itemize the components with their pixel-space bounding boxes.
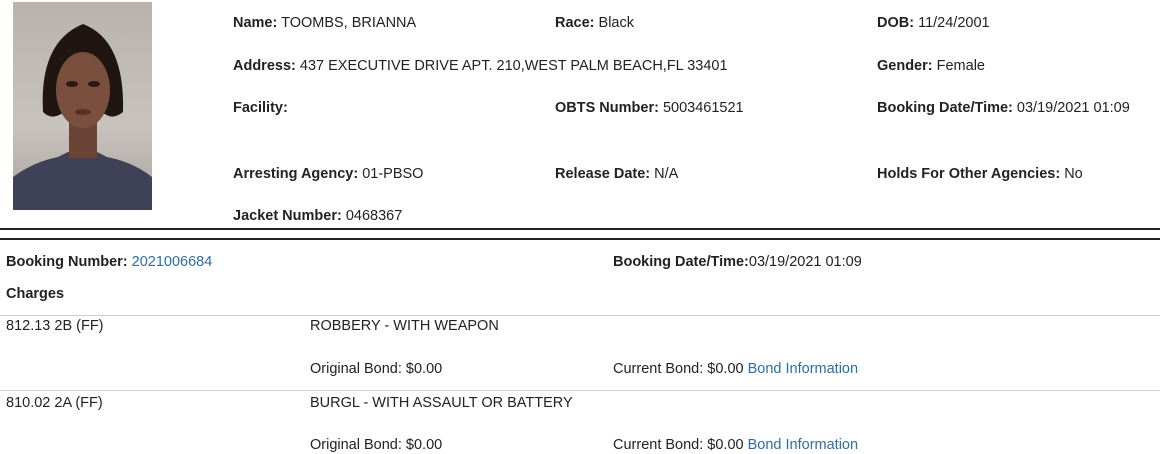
bond-information-link[interactable]: Bond Information <box>748 361 858 377</box>
booking-datetime-field: Booking Date/Time: 03/19/2021 01:09 <box>877 100 1130 116</box>
current-bond: Current Bond: $0.00 <box>613 361 744 377</box>
obts-field: OBTS Number: 5003461521 <box>555 100 744 116</box>
dob-field: DOB: 11/24/2001 <box>877 15 990 31</box>
holds-field: Holds For Other Agencies: No <box>877 166 1083 182</box>
arresting-agency-field: Arresting Agency: 01-PBSO <box>233 166 424 182</box>
jacket-number-value: 0468367 <box>345 208 403 224</box>
booking-datetime-header: Booking Date/Time:03/19/2021 01:09 <box>613 254 862 270</box>
race-field: Race: Black <box>555 15 634 31</box>
booking-number-link[interactable]: 2021006684 <box>132 254 213 270</box>
booking-datetime-header-value: 03/19/2021 01:09 <box>748 254 862 270</box>
charge-row-divider <box>0 390 1160 391</box>
release-date-value: N/A <box>654 166 679 182</box>
obts-value: 5003461521 <box>662 100 744 116</box>
charge-description: BURGL - WITH ASSAULT OR BATTERY <box>310 395 573 411</box>
address-value: 437 EXECUTIVE DRIVE APT. 210,WEST PALM B… <box>299 58 728 74</box>
name-value: TOOMBS, BRIANNA <box>281 15 417 31</box>
gender-value: Female <box>936 58 985 74</box>
holds-value: No <box>1064 166 1083 182</box>
section-divider-bottom <box>0 238 1160 240</box>
jacket-number-field: Jacket Number: 0468367 <box>233 208 403 224</box>
current-bond: Current Bond: $0.00 <box>613 437 744 453</box>
booking-number-field: Booking Number: 2021006684 <box>6 254 213 270</box>
charges-heading: Charges <box>6 286 65 302</box>
address-field: Address: 437 EXECUTIVE DRIVE APT. 210,WE… <box>233 58 728 74</box>
original-bond: Original Bond: $0.00 <box>310 361 443 377</box>
name-field: Name: TOOMBS, BRIANNA <box>233 15 417 31</box>
booking-datetime-value: 03/19/2021 01:09 <box>1016 100 1130 116</box>
section-divider-top <box>0 228 1160 230</box>
race-value: Black <box>598 15 634 31</box>
current-bond-field: Current Bond: $0.00 Bond Information <box>613 360 858 378</box>
charge-statute: 812.13 2B (FF) <box>6 318 104 334</box>
mugshot-photo <box>13 2 152 210</box>
person-silhouette-icon <box>13 24 152 210</box>
original-bond: Original Bond: $0.00 <box>310 437 443 453</box>
facility-field: Facility: <box>233 100 288 116</box>
release-date-field: Release Date: N/A <box>555 166 679 182</box>
charges-divider <box>0 315 1160 316</box>
arresting-agency-value: 01-PBSO <box>362 166 424 182</box>
current-bond-field: Current Bond: $0.00 Bond Information <box>613 436 858 454</box>
bond-information-link[interactable]: Bond Information <box>748 437 858 453</box>
gender-field: Gender: Female <box>877 58 985 74</box>
charge-statute: 810.02 2A (FF) <box>6 395 103 411</box>
dob-value: 11/24/2001 <box>918 15 990 31</box>
charge-description: ROBBERY - WITH WEAPON <box>310 318 499 334</box>
